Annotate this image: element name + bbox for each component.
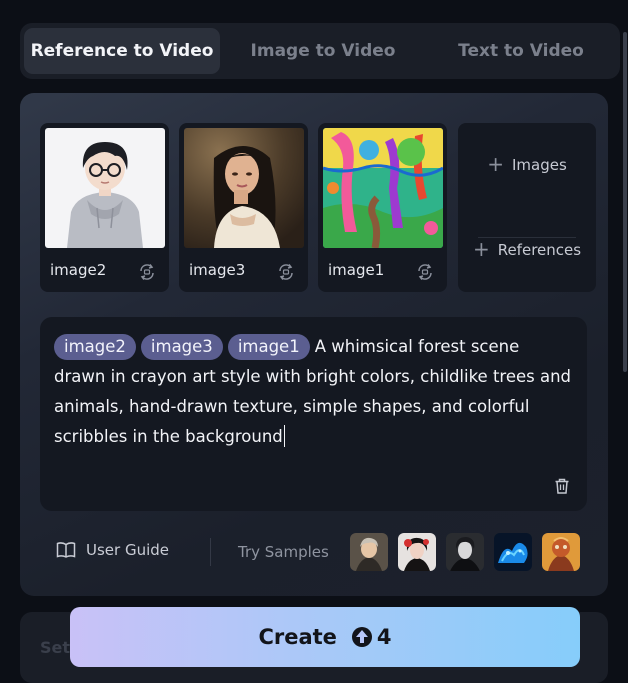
add-references-label: References	[497, 241, 582, 259]
sample-thumbnail-2[interactable]	[398, 533, 436, 571]
sample-thumbnail-1[interactable]	[350, 533, 388, 571]
divider	[210, 538, 211, 566]
reference-list: image2 image3 image1	[40, 123, 457, 292]
create-button[interactable]: Create 4	[70, 607, 580, 667]
create-label: Create	[258, 625, 337, 649]
replace-image-icon[interactable]	[276, 262, 296, 282]
sample-thumbnail-4[interactable]	[494, 533, 532, 571]
credit-count: 4	[376, 625, 392, 649]
replace-image-icon[interactable]	[137, 262, 157, 282]
prompt-input[interactable]: image2 image3 image1 A whimsical forest sce…	[40, 317, 587, 511]
reference-card-image1[interactable]: image1	[318, 123, 447, 292]
text-caret	[283, 425, 286, 447]
plus-icon: +	[487, 152, 504, 176]
add-panel: + Images + References	[458, 123, 596, 292]
reference-card-image2[interactable]: image2	[40, 123, 169, 292]
add-images-button[interactable]: + Images	[458, 123, 596, 207]
book-icon	[56, 542, 76, 558]
trash-icon[interactable]	[553, 477, 571, 495]
sample-thumbnail-5[interactable]	[542, 533, 580, 571]
app-root: Reference to Video Image to Video Text t…	[0, 0, 628, 683]
sample-thumbnail-3[interactable]	[446, 533, 484, 571]
plus-icon: +	[472, 237, 490, 261]
replace-image-icon[interactable]	[415, 262, 435, 282]
user-guide-link[interactable]: User Guide	[56, 541, 169, 559]
try-samples-label: Try Samples	[238, 543, 329, 561]
reference-chip-image1[interactable]: image1	[227, 334, 310, 360]
add-images-label: Images	[511, 156, 567, 174]
tab-reference-to-video[interactable]: Reference to Video	[24, 28, 220, 74]
credit-icon	[351, 627, 372, 647]
reference-thumbnail-image1[interactable]	[323, 128, 443, 248]
reference-name: image1	[328, 261, 385, 279]
reference-name: image2	[50, 261, 107, 279]
add-references-button[interactable]: + References	[458, 208, 596, 292]
reference-chip-image2[interactable]: image2	[54, 334, 136, 360]
prompt-content[interactable]: image2 image3 image1 A whimsical forest sce…	[54, 332, 574, 452]
reference-card-image3[interactable]: image3	[179, 123, 308, 292]
mode-tabs: Reference to Video Image to Video Text t…	[20, 23, 620, 79]
tab-image-to-video[interactable]: Image to Video	[220, 28, 426, 74]
user-guide-label: User Guide	[86, 541, 170, 559]
reference-name: image3	[189, 261, 246, 279]
reference-thumbnail-image3[interactable]	[184, 128, 304, 248]
sample-list	[350, 533, 590, 571]
reference-chip-image3[interactable]: image3	[140, 334, 223, 360]
reference-panel: image2 image3 image1 + Images + Referenc…	[20, 93, 608, 596]
scrollbar-thumb[interactable]	[623, 32, 627, 372]
scrollbar[interactable]	[622, 0, 628, 683]
tab-text-to-video[interactable]: Text to Video	[426, 28, 616, 74]
reference-thumbnail-image2[interactable]	[45, 128, 165, 248]
settings-label: Set	[40, 638, 71, 657]
